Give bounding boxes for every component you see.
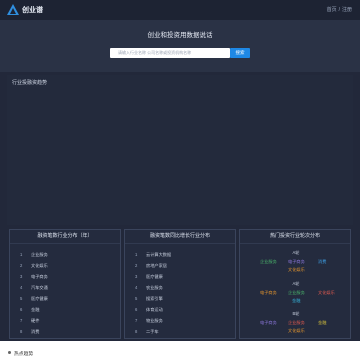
round-industry-tag[interactable]: 企业服务 bbox=[288, 320, 305, 326]
item-label[interactable]: 体育运动 bbox=[146, 304, 163, 315]
rank-number: 5 bbox=[20, 296, 23, 301]
rank-number: 1 bbox=[20, 252, 23, 257]
search-input[interactable]: 请输入行业名称 公司名称或投资机构名称 bbox=[110, 48, 230, 58]
item-label[interactable]: 物业服务 bbox=[146, 315, 163, 326]
round-groups: A轮 企业服务 电子商务 消费 文化娱乐 A轮 电子商务 企业服务 文化娱乐 金融 B轮 电子商务 企业… bbox=[240, 244, 352, 339]
list-item[interactable]: 6 体育运动 bbox=[125, 304, 235, 315]
rank-number: 6 bbox=[135, 307, 138, 312]
hero-search-section: 创业和投资用数据说话 请输入行业名称 公司名称或投资机构名称 搜索 bbox=[0, 20, 360, 72]
logo-text[interactable]: 创业谱 bbox=[22, 5, 43, 15]
round-industry-tag[interactable]: 文化娱乐 bbox=[288, 267, 305, 273]
list-item[interactable]: 2 文化娱乐 bbox=[10, 260, 120, 271]
item-label[interactable]: 金融 bbox=[31, 304, 39, 315]
round-industry-tag[interactable]: 金融 bbox=[292, 298, 300, 304]
item-label[interactable]: 医疗健康 bbox=[31, 293, 48, 304]
rank-number: 7 bbox=[135, 318, 138, 323]
round-industry-tag[interactable]: 企业服务 bbox=[288, 290, 305, 296]
rank-number: 6 bbox=[20, 307, 23, 312]
list-item[interactable]: 5 医疗健康 bbox=[10, 293, 120, 304]
home-link[interactable]: 首页 bbox=[327, 7, 337, 13]
item-label[interactable]: 电子商务 bbox=[31, 271, 48, 282]
stats-panels: 融资笔数行业分布（年） 1 企业服务 2 文化娱乐 3 电子商务 4 汽车交通 5 医疗健康 6 金融… bbox=[9, 229, 351, 339]
rank-number: 3 bbox=[20, 274, 23, 279]
round-group: B轮电子商务 企业服务 金融文化娱乐 bbox=[240, 311, 352, 339]
logo-icon[interactable] bbox=[7, 4, 19, 15]
list-item[interactable]: 1 企业服务 bbox=[10, 249, 120, 260]
item-label[interactable]: 消费 bbox=[31, 326, 39, 337]
trend-panel-title: 行业投融资趋势 bbox=[12, 80, 48, 86]
list-item[interactable]: 4 农业服务 bbox=[125, 282, 235, 293]
round-industry-tag[interactable]: 文化娱乐 bbox=[318, 290, 335, 296]
item-label[interactable]: 汽车交通 bbox=[31, 282, 48, 293]
list-item[interactable]: 3 医疗健康 bbox=[125, 271, 235, 282]
round-industry-tag[interactable]: 电子商务 bbox=[260, 320, 277, 326]
item-label[interactable]: 医疗健康 bbox=[146, 271, 163, 282]
list-item[interactable]: 5 搜索引擎 bbox=[125, 293, 235, 304]
list-item[interactable]: 7 物业服务 bbox=[125, 315, 235, 326]
list-item[interactable]: 7 硬件 bbox=[10, 315, 120, 326]
rank-number: 2 bbox=[135, 263, 138, 268]
round-industry-tag[interactable]: 电子商务 bbox=[260, 290, 277, 296]
round-stage-label: A轮 bbox=[292, 281, 300, 286]
list-item[interactable]: 6 金融 bbox=[10, 304, 120, 315]
round-industry-tag[interactable]: 电子商务 bbox=[288, 259, 305, 265]
growth-list: 1 云计算大数据 2 房地产家居 3 医疗健康 4 农业服务 5 搜索引擎 6 体育运动 7 物业服务 8 二… bbox=[125, 249, 235, 337]
list-item[interactable]: 8 消费 bbox=[10, 326, 120, 337]
round-group: A轮企业服务 电子商务 消费文化娱乐 bbox=[240, 250, 352, 278]
hero-title: 创业和投资用数据说话 bbox=[147, 32, 213, 39]
industry-list: 1 企业服务 2 文化娱乐 3 电子商务 4 汽车交通 5 医疗健康 6 金融 7 硬件 8 消费 bbox=[10, 249, 120, 337]
rank-number: 4 bbox=[20, 285, 23, 290]
list-item[interactable]: 8 二手车 bbox=[125, 326, 235, 337]
industry-panel-title: 融资笔数行业分布（年） bbox=[10, 230, 120, 244]
rank-number: 7 bbox=[20, 318, 23, 323]
item-label[interactable]: 搜索引擎 bbox=[146, 293, 163, 304]
item-label[interactable]: 二手车 bbox=[146, 326, 159, 337]
growth-panel-title: 融资笔数同比增长行业分布 bbox=[125, 230, 235, 244]
growth-distribution-panel: 融资笔数同比增长行业分布 1 云计算大数据 2 房地产家居 3 医疗健康 4 农业服务 5 搜索引… bbox=[124, 229, 236, 339]
rank-number: 4 bbox=[135, 285, 138, 290]
round-distribution-panel: 热门投资行业轮次分布 A轮 企业服务 电子商务 消费 文化娱乐 A轮 电子商务 企业服务 文化娱… bbox=[239, 229, 351, 339]
list-item[interactable]: 4 汽车交通 bbox=[10, 282, 120, 293]
item-label[interactable]: 云计算大数据 bbox=[146, 249, 171, 260]
list-item[interactable]: 2 房地产家居 bbox=[125, 260, 235, 271]
top-navigation-bar: 创业谱 首页 / 注册 bbox=[0, 0, 360, 21]
list-item[interactable]: 1 云计算大数据 bbox=[125, 249, 235, 260]
round-industry-tag[interactable]: 金融 bbox=[318, 320, 326, 326]
top-links: 首页 / 注册 bbox=[325, 6, 352, 13]
round-group: A轮电子商务 企业服务 文化娱乐金融 bbox=[240, 281, 352, 309]
round-stage-label: B轮 bbox=[292, 311, 300, 316]
rank-number: 3 bbox=[135, 274, 138, 279]
list-item[interactable]: 3 电子商务 bbox=[10, 271, 120, 282]
round-industry-tag[interactable]: 文化娱乐 bbox=[288, 328, 305, 334]
item-label[interactable]: 企业服务 bbox=[31, 249, 48, 260]
item-label[interactable]: 农业服务 bbox=[146, 282, 163, 293]
round-stage-label: A轮 bbox=[292, 250, 300, 255]
round-industry-tag[interactable]: 企业服务 bbox=[260, 259, 277, 265]
item-label[interactable]: 房地产家居 bbox=[146, 260, 167, 271]
rank-number: 8 bbox=[135, 329, 138, 334]
search-button[interactable]: 搜索 bbox=[230, 48, 250, 58]
rank-number: 8 bbox=[20, 329, 23, 334]
hot-trends-title: 热点趋势 bbox=[14, 352, 34, 357]
bullet-icon bbox=[8, 351, 11, 354]
rank-number: 2 bbox=[20, 263, 23, 268]
link-separator: / bbox=[338, 7, 340, 13]
industry-distribution-panel: 融资笔数行业分布（年） 1 企业服务 2 文化娱乐 3 电子商务 4 汽车交通 5 医疗健康 6 金融… bbox=[9, 229, 121, 339]
rank-number: 5 bbox=[135, 296, 138, 301]
round-industry-tag[interactable]: 消费 bbox=[318, 259, 326, 265]
round-panel-title: 热门投资行业轮次分布 bbox=[240, 230, 350, 244]
item-label[interactable]: 文化娱乐 bbox=[31, 260, 48, 271]
item-label[interactable]: 硬件 bbox=[31, 315, 39, 326]
industry-trend-panel: 行业投融资趋势 bbox=[7, 75, 353, 225]
hot-trends-section: 热点趋势 bbox=[0, 341, 360, 360]
register-link[interactable]: 注册 bbox=[342, 7, 352, 13]
rank-number: 1 bbox=[135, 252, 138, 257]
